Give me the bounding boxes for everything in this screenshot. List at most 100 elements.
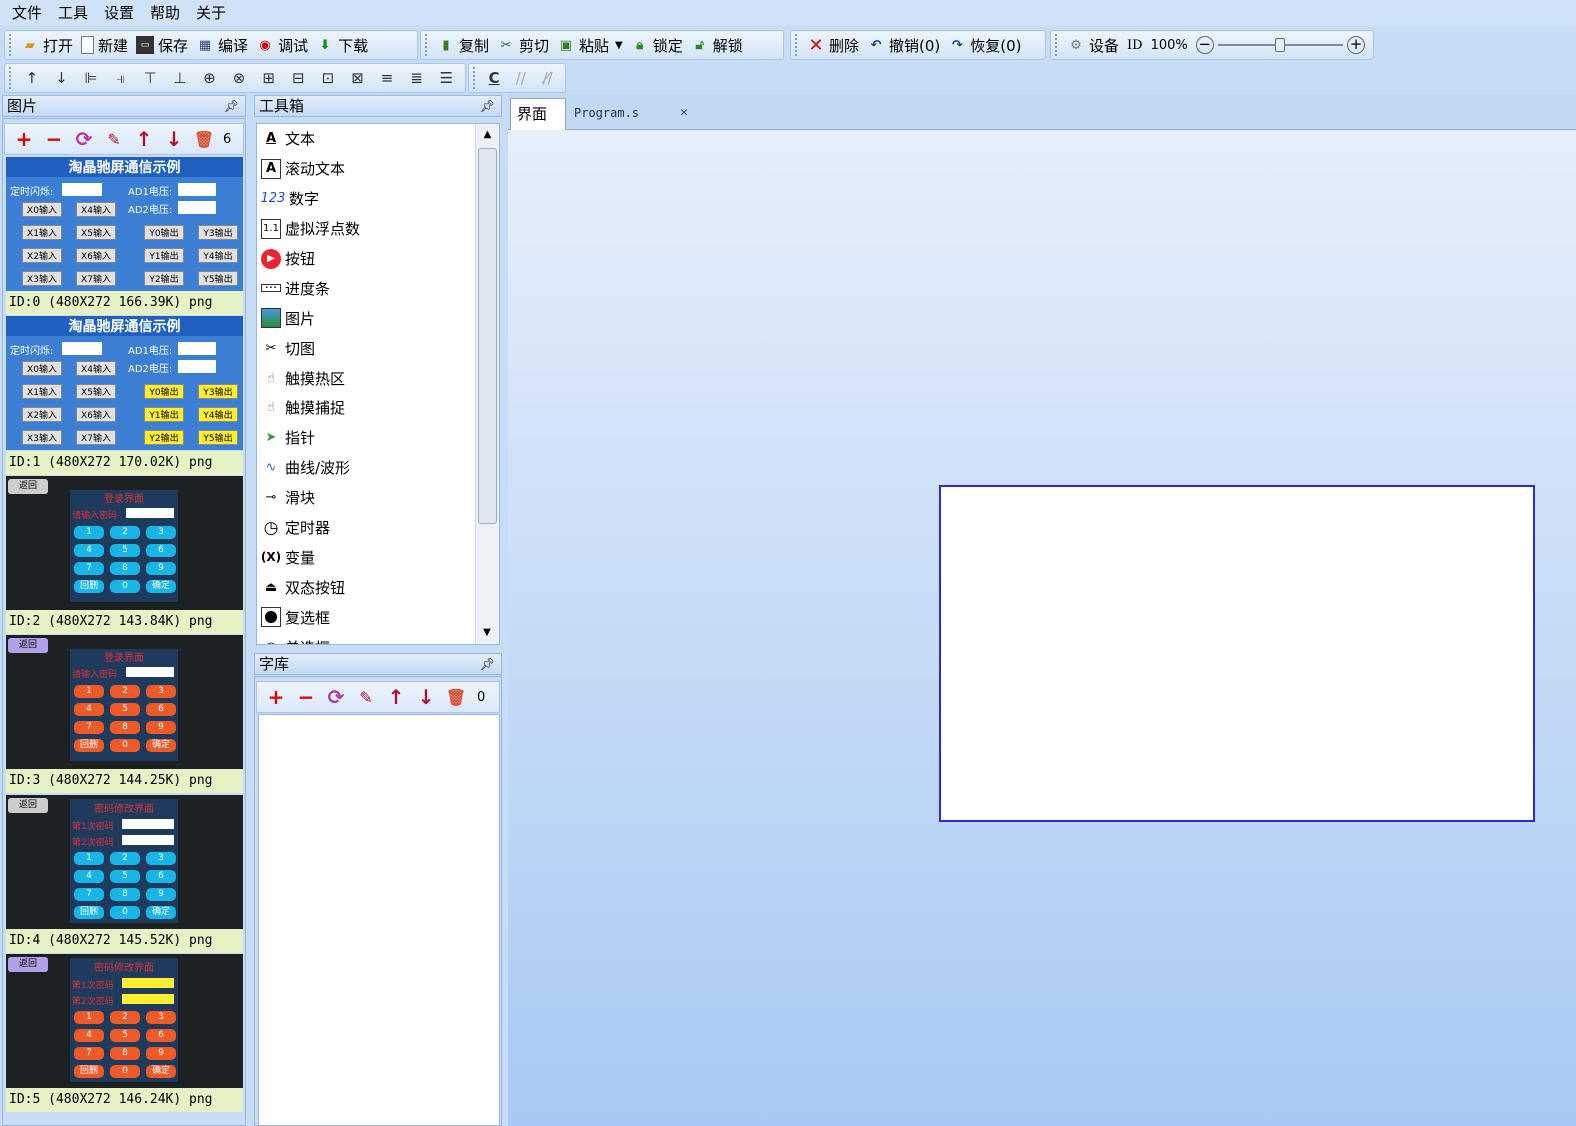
save-button[interactable]: ▭ 保存 [132, 33, 192, 57]
remove-icon[interactable]: − [295, 685, 317, 709]
move-down-icon[interactable]: ↓ [51, 67, 73, 89]
tool-touch-capture[interactable]: ☝ 触摸捕捉 [257, 393, 475, 423]
screen-page[interactable] [939, 485, 1535, 822]
tool-checkbox[interactable]: 复选框 [257, 602, 475, 632]
chevron-down-icon[interactable]: ▼ [615, 40, 623, 51]
distribute-h-icon[interactable]: ⊟ [287, 67, 309, 89]
refresh-icon[interactable]: ⟳ [73, 127, 95, 151]
undo-button[interactable]: ↶ 撤销(0) [863, 33, 944, 57]
align-right-icon[interactable]: ⫣ [110, 67, 132, 89]
scroll-up-icon[interactable]: ▲ [476, 124, 499, 146]
tool-crop[interactable]: ✂ 切图 [257, 333, 475, 363]
toolbar-grip[interactable] [1055, 34, 1059, 56]
arrow-up-icon[interactable]: ↑ [385, 685, 407, 709]
uncomment-icon[interactable]: //̸ [538, 67, 557, 89]
center-horizontal-icon[interactable]: ⊕ [199, 67, 221, 89]
tool-pointer[interactable]: ➤ 指针 [257, 423, 475, 453]
distribute-v3-icon[interactable]: ☰ [436, 67, 458, 89]
tool-progress[interactable]: ··· 进度条 [257, 273, 475, 303]
align-top-icon[interactable]: ⊤ [139, 67, 161, 89]
arrow-up-icon[interactable]: ↑ [133, 127, 155, 151]
edit-icon[interactable]: ✎ [103, 128, 125, 150]
id-button[interactable]: ID [1123, 33, 1147, 57]
add-icon[interactable]: + [265, 685, 287, 709]
tool-button[interactable]: ▶ 按钮 [257, 244, 475, 274]
same-size-icon[interactable]: ⊞ [258, 67, 280, 89]
tool-dual-state[interactable]: ⏏ 双态按钮 [257, 572, 475, 602]
delete-button[interactable]: ✕ 删除 [803, 33, 863, 57]
new-button[interactable]: 新建 [77, 33, 132, 57]
pin-icon[interactable]: 📌︎ [480, 96, 495, 116]
unlock-button[interactable]: 🔓︎ 解锁 [687, 33, 747, 57]
menu-file[interactable]: 文件 [4, 1, 50, 25]
debug-button[interactable]: ◉ 调试 [252, 33, 312, 57]
image-thumbnail-5[interactable]: 返回 密码修改界面 第1次密码 第2次密码 1 2 3 4 5 6 7 8 9 … [6, 954, 243, 1088]
paste-button[interactable]: ▣ 粘贴 ▼ [553, 33, 627, 57]
image-thumbnail-4[interactable]: 返回 密码修改界面 第1次密码 第2次密码 1 2 3 4 5 6 7 8 9 … [6, 795, 243, 929]
zoom-in-button[interactable]: + [1343, 33, 1369, 57]
tool-picture[interactable]: 图片 [257, 303, 475, 333]
toolbar-grip[interactable] [9, 67, 13, 89]
tool-timer[interactable]: ◷ 定时器 [257, 513, 475, 543]
font-list[interactable] [258, 714, 500, 1126]
open-button[interactable]: ▰ 打开 [17, 33, 77, 57]
tool-variable[interactable]: (X) 变量 [257, 542, 475, 572]
trash-icon[interactable]: 🗑︎ [193, 128, 215, 150]
trash-icon[interactable]: 🗑︎ [445, 686, 467, 708]
image-caption-5[interactable]: ID:5 (480X272 146.24K) png [6, 1088, 243, 1112]
arrow-down-icon[interactable]: ↓ [415, 685, 437, 709]
image-thumbnail-3[interactable]: 返回 登录界面 请输入密码 1 2 3 4 5 6 7 8 9 回删 0 确定 [6, 635, 243, 769]
arrow-down-icon[interactable]: ↓ [163, 127, 185, 151]
tab-program[interactable]: Program.s ✕ [574, 100, 688, 128]
tool-radio[interactable]: ◉ 单选框 [257, 632, 475, 644]
tool-wave[interactable]: ∿ 曲线/波形 [257, 453, 475, 483]
tab-interface[interactable]: 界面 [510, 98, 566, 130]
image-caption-4[interactable]: ID:4 (480X272 145.52K) png [6, 929, 243, 953]
tool-text[interactable]: A 文本 [257, 124, 475, 154]
lock-button[interactable]: 🔒︎ 锁定 [627, 33, 687, 57]
distribute-v-icon[interactable]: ≡ [376, 67, 398, 89]
scroll-down-icon[interactable]: ▼ [476, 622, 498, 644]
image-caption-2[interactable]: ID:2 (480X272 143.84K) png [6, 610, 243, 634]
pin-icon[interactable]: 📌︎ [224, 96, 239, 116]
cut-button[interactable]: ✂ 剪切 [493, 33, 553, 57]
toolbox-scrollbar[interactable]: ▲ ▼ [475, 124, 499, 644]
scroll-thumb[interactable] [478, 148, 497, 524]
move-up-icon[interactable]: ↑ [21, 67, 43, 89]
menu-about[interactable]: 关于 [188, 1, 234, 25]
close-icon[interactable]: ✕ [680, 100, 688, 126]
menu-settings[interactable]: 设置 [96, 1, 142, 25]
center-vertical-icon[interactable]: ⊗ [228, 67, 250, 89]
c-format-button[interactable]: C [485, 67, 504, 89]
download-button[interactable]: ⬇ 下载 [312, 33, 372, 57]
edit-icon[interactable]: ✎ [355, 686, 377, 708]
compile-button[interactable]: ▦ 编译 [192, 33, 252, 57]
menu-tools[interactable]: 工具 [50, 1, 96, 25]
image-thumbnail-1[interactable]: 淘晶驰屏通信示例 定时闪烁: AD1电压: AD2电压: X0输入 X4输入 X… [6, 316, 243, 450]
distribute-h3-icon[interactable]: ⊠ [347, 67, 369, 89]
add-icon[interactable]: + [13, 127, 35, 151]
tool-slider[interactable]: ⊸ 滑块 [257, 483, 475, 513]
image-caption-3[interactable]: ID:3 (480X272 144.25K) png [6, 769, 243, 793]
toolbar-grip[interactable] [425, 34, 429, 56]
tool-touch-area[interactable]: ☝ 触摸热区 [257, 363, 475, 393]
zoom-slider-thumb[interactable] [1274, 38, 1285, 52]
remove-icon[interactable]: − [43, 127, 65, 151]
image-caption-1[interactable]: ID:1 (480X272 170.02K) png [6, 451, 243, 475]
image-thumbnail-0[interactable]: 淘晶驰屏通信示例 定时闪烁: AD1电压: AD2电压: X0输入 X4输入 X… [6, 157, 243, 291]
comment-icon[interactable]: // [511, 67, 530, 89]
tool-scroll-text[interactable]: A 滚动文本 [257, 154, 475, 184]
image-thumbnail-2[interactable]: 返回 登录界面 请输入密码 1 2 3 4 5 6 7 8 9 回删 0 确定 [6, 476, 243, 610]
align-left-icon[interactable]: ⊫ [80, 67, 102, 89]
align-bottom-icon[interactable]: ⊥ [169, 67, 191, 89]
refresh-icon[interactable]: ⟳ [325, 685, 347, 709]
redo-button[interactable]: ↷ 恢复(0) [944, 33, 1025, 57]
device-button[interactable]: ⚙ 设备 [1063, 33, 1123, 57]
distribute-v2-icon[interactable]: ≣ [406, 67, 428, 89]
menu-help[interactable]: 帮助 [142, 1, 188, 25]
zoom-slider[interactable] [1217, 34, 1343, 56]
design-canvas[interactable] [508, 130, 1576, 1126]
copy-button[interactable]: ▮ 复制 [433, 33, 493, 57]
toolbar-grip[interactable] [9, 34, 13, 56]
toolbar-grip[interactable] [795, 34, 799, 56]
